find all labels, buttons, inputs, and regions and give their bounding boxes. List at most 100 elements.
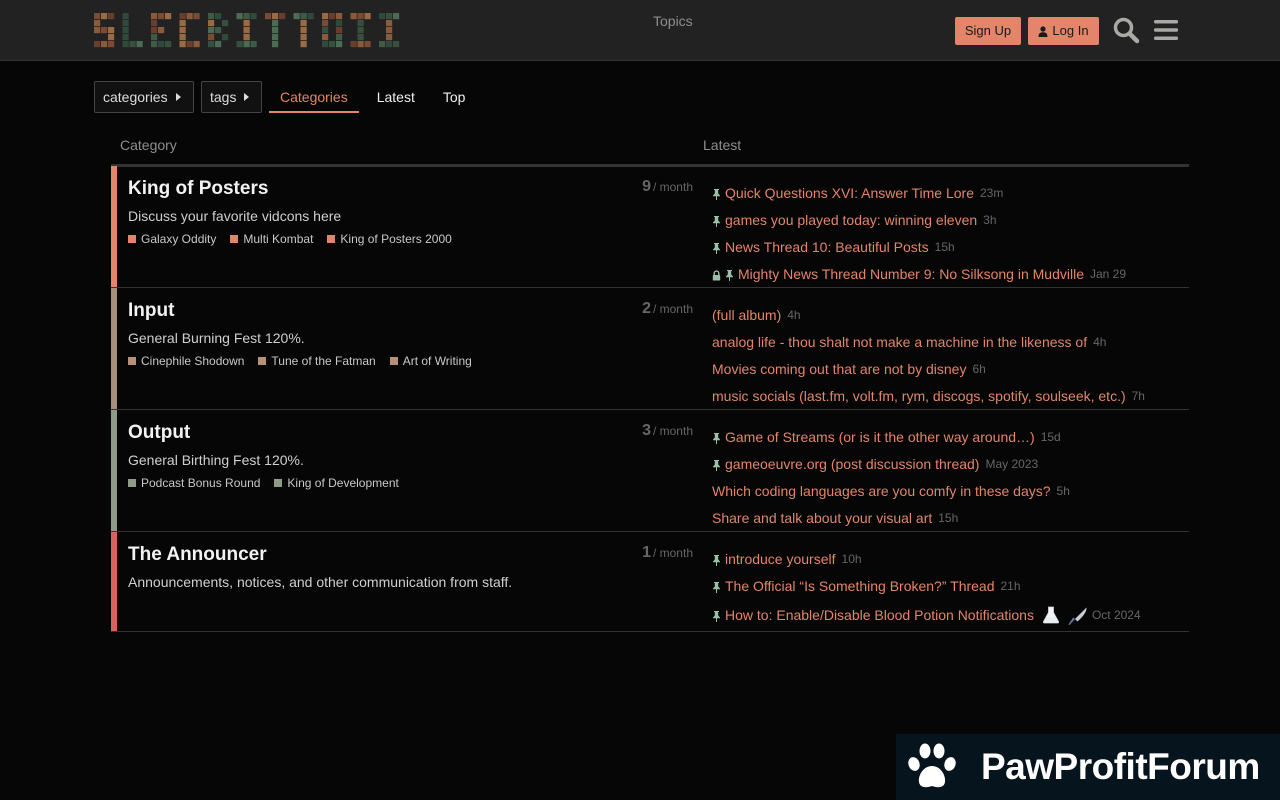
topic-link[interactable]: gameoeuvre.org (post discussion thread) (725, 456, 979, 472)
latest-topic-item: gameoeuvre.org (post discussion thread) M… (712, 450, 1070, 477)
topic-count: 1/ month (642, 544, 693, 562)
subcategory-link[interactable]: Art of Writing (389, 354, 472, 368)
topic-count: 9/ month (642, 178, 693, 196)
tab-categories[interactable]: Categories (269, 81, 359, 113)
column-header-topics: Topics (653, 13, 693, 29)
topic-age: 23m (980, 185, 1004, 200)
topic-link[interactable]: music socials (last.fm, volt.fm, rym, di… (712, 388, 1126, 404)
latest-topic-item: (full album) 4h (712, 301, 1145, 328)
topic-age: 15d (1040, 429, 1061, 444)
topic-link[interactable]: Game of Streams (or is it the other way … (725, 429, 1035, 445)
subcategory-label: Cinephile Shodown (141, 354, 245, 368)
topic-count-period: / month (652, 424, 693, 438)
topic-age: 4h (787, 307, 801, 322)
topic-link[interactable]: Mighty News Thread Number 9: No Silksong… (738, 266, 1084, 282)
category-title[interactable]: Output (128, 422, 190, 444)
topic-age: 15h (934, 239, 955, 254)
subcategory-link[interactable]: Podcast Bonus Round (128, 476, 260, 490)
category-row: Output General Birthing Fest 120%. Podcast… (111, 410, 1189, 532)
flask-icon (1042, 606, 1060, 624)
latest-topic-list: introduce yourself 10h The Official “Is So… (712, 545, 1141, 630)
pin-icon (712, 241, 721, 254)
category-color-stripe (111, 288, 117, 409)
topic-link[interactable]: Share and talk about your visual art (712, 510, 932, 526)
latest-topic-item: introduce yourself 10h (712, 545, 1141, 572)
topic-link[interactable]: Which coding languages are you comfy in … (712, 483, 1051, 499)
category-title[interactable]: Input (128, 300, 174, 322)
latest-topic-item: Movies coming out that are not by disney… (712, 355, 1145, 382)
topic-link[interactable]: How to: Enable/Disable Blood Potion Noti… (725, 607, 1034, 623)
topic-count-period: / month (652, 302, 693, 316)
categories-dropdown[interactable]: categories (94, 81, 194, 113)
topic-link[interactable]: The Official “Is Something Broken?” Thre… (725, 578, 995, 594)
topic-link[interactable]: News Thread 10: Beautiful Posts (725, 239, 929, 255)
subcategory-label: Art of Writing (402, 354, 472, 368)
column-header-latest: Latest (703, 137, 742, 153)
pin-icon (712, 214, 721, 227)
tab-top[interactable]: Top (443, 81, 466, 113)
subcategory-color-swatch (128, 357, 136, 365)
category-color-stripe (111, 532, 117, 631)
lock-icon (712, 268, 721, 281)
log-in-button[interactable]: Log In (1028, 17, 1099, 45)
subcategory-list: Cinephile Shodown Tune of the Fatman Art o… (128, 354, 472, 368)
topic-link[interactable]: games you played today: winning eleven (725, 212, 977, 228)
subcategory-link[interactable]: King of Development (274, 476, 399, 490)
subcategory-label: King of Development (287, 476, 399, 490)
topic-link[interactable]: introduce yourself (725, 551, 836, 567)
sign-up-button[interactable]: Sign Up (955, 17, 1021, 45)
subcategory-link[interactable]: Cinephile Shodown (128, 354, 244, 368)
topic-link[interactable]: (full album) (712, 307, 781, 323)
site-logo[interactable] (94, 11, 416, 49)
topic-link[interactable]: Movies coming out that are not by disney (712, 361, 966, 377)
subcategory-color-swatch (128, 479, 136, 487)
topic-count-value: 2 (642, 300, 651, 317)
subcategory-link[interactable]: King of Posters 2000 (327, 232, 452, 246)
subcategory-color-swatch (274, 479, 283, 487)
latest-topic-list: Game of Streams (or is it the other way … (712, 423, 1070, 531)
tab-latest[interactable]: Latest (377, 81, 415, 113)
latest-topic-item: Which coding languages are you comfy in … (712, 477, 1070, 504)
topic-count-value: 3 (642, 422, 651, 439)
topic-count: 2/ month (642, 300, 693, 318)
topic-link[interactable]: Quick Questions XVI: Answer Time Lore (725, 185, 974, 201)
topic-age: May 2023 (985, 456, 1039, 471)
knife-icon (1068, 606, 1087, 625)
topic-age: 4h (1093, 334, 1107, 349)
latest-topic-item: games you played today: winning eleven 3h (712, 206, 1126, 233)
user-icon (1038, 25, 1048, 37)
topic-age: 6h (972, 361, 986, 376)
category-row: The Announcer Announcements, notices, and… (111, 532, 1189, 632)
topic-age: 15h (938, 510, 959, 525)
pin-icon (712, 609, 721, 622)
latest-topic-item: The Official “Is Something Broken?” Thre… (712, 572, 1141, 599)
category-color-stripe (111, 166, 117, 287)
search-icon[interactable] (1112, 16, 1140, 44)
topic-count: 3/ month (642, 422, 693, 440)
topic-age: Jan 29 (1090, 266, 1127, 281)
tags-dropdown[interactable]: tags (201, 81, 262, 113)
subcategory-link[interactable]: Galaxy Oddity (128, 232, 216, 246)
subcategory-link[interactable]: Tune of the Fatman (258, 354, 376, 368)
category-row: King of Posters Discuss your favorite vid… (111, 166, 1189, 288)
subcategory-color-swatch (327, 235, 336, 243)
latest-topic-list: (full album) 4h analog life - thou shalt n… (712, 301, 1145, 409)
category-row: Input General Burning Fest 120%. Cinephile… (111, 288, 1189, 410)
tags-dropdown-label: tags (210, 89, 237, 105)
latest-topic-list: Quick Questions XVI: Answer Time Lore 23m… (712, 179, 1126, 287)
topic-age: 21h (1000, 578, 1021, 593)
hamburger-menu-icon[interactable] (1153, 17, 1179, 43)
latest-topic-item: music socials (last.fm, volt.fm, rym, di… (712, 382, 1145, 409)
category-title[interactable]: King of Posters (128, 178, 268, 200)
topic-age: 7h (1131, 388, 1145, 403)
subcategory-list: Galaxy Oddity Multi Kombat King of Posters… (128, 232, 452, 246)
category-title[interactable]: The Announcer (128, 544, 267, 566)
categories-dropdown-label: categories (103, 89, 168, 105)
topic-link[interactable]: analog life - thou shalt not make a mach… (712, 334, 1087, 350)
subcategory-color-swatch (389, 357, 398, 365)
subcategory-link[interactable]: Multi Kombat (230, 232, 313, 246)
pin-icon (712, 458, 721, 471)
subcategory-label: Podcast Bonus Round (141, 476, 261, 490)
category-description: General Burning Fest 120%. (128, 330, 305, 346)
topic-count-period: / month (652, 546, 693, 560)
